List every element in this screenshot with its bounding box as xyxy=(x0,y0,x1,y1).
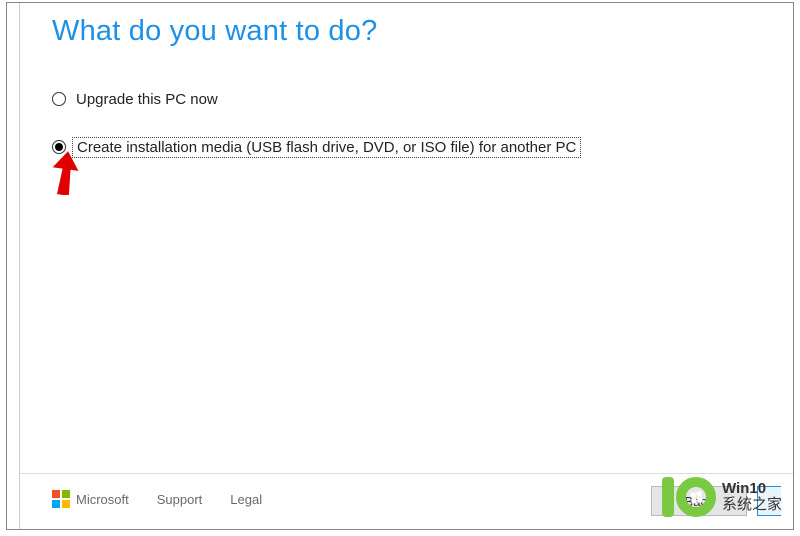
microsoft-brand-text: Microsoft xyxy=(76,492,129,507)
radio-icon xyxy=(52,92,66,106)
radio-icon-selected xyxy=(52,140,66,154)
support-link[interactable]: Support xyxy=(157,492,203,507)
back-button[interactable]: Back xyxy=(651,486,747,516)
microsoft-logo-icon xyxy=(52,490,70,508)
footer-right: Back xyxy=(651,486,781,516)
microsoft-logo: Microsoft xyxy=(52,490,129,508)
option-create-media[interactable]: Create installation media (USB flash dri… xyxy=(52,133,581,161)
footer-left: Microsoft Support Legal xyxy=(52,490,262,508)
options-group: Upgrade this PC now Create installation … xyxy=(52,85,581,181)
next-button-partial[interactable] xyxy=(757,486,781,516)
outer-frame: What do you want to do? Upgrade this PC … xyxy=(6,2,794,530)
option-upgrade-label: Upgrade this PC now xyxy=(76,91,218,108)
option-upgrade-now[interactable]: Upgrade this PC now xyxy=(52,85,581,113)
setup-dialog: What do you want to do? Upgrade this PC … xyxy=(19,3,793,529)
dialog-footer: Microsoft Support Legal Back xyxy=(20,473,793,529)
page-title: What do you want to do? xyxy=(52,15,377,48)
option-create-media-label: Create installation media (USB flash dri… xyxy=(72,137,581,158)
radio-dot-icon xyxy=(55,143,63,151)
legal-link[interactable]: Legal xyxy=(230,492,262,507)
